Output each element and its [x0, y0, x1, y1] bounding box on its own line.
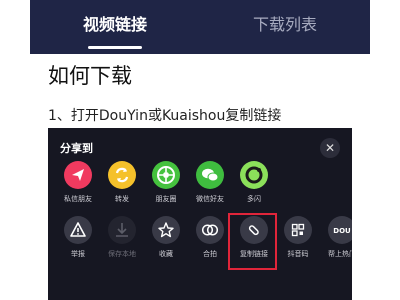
- instruction-step-1: 1、打开DouYin或Kuaishou复制链接: [48, 108, 282, 124]
- share-item-moments[interactable]: 朋友圈: [142, 161, 190, 221]
- moments-icon: [152, 161, 180, 189]
- qr-code-icon: [284, 216, 312, 244]
- share-item-duoshan[interactable]: 多闪: [230, 161, 278, 221]
- download-icon: [108, 216, 136, 244]
- share-item-wechat-friend[interactable]: 微信好友: [186, 161, 234, 221]
- tab-download-list[interactable]: 下载列表: [200, 0, 370, 54]
- share-panel-title: 分享到: [60, 142, 93, 155]
- close-button[interactable]: ✕: [320, 138, 340, 158]
- duoshan-icon: [240, 161, 268, 189]
- share-panel-screenshot: 分享到 ✕ 私信朋友 转发 朋友圈 微信好友 多闪 举报 保存本地 收藏 合拍 …: [48, 128, 352, 300]
- action-report[interactable]: 举报: [54, 216, 102, 276]
- page-title: 如何下载: [48, 64, 132, 88]
- share-actions-row: 举报 保存本地 收藏 合拍 复制链接 抖音码 DOU 帮上热: [48, 216, 352, 276]
- send-icon: [64, 161, 92, 189]
- duet-icon: [196, 216, 224, 244]
- share-targets-row: 私信朋友 转发 朋友圈 微信好友 多闪: [48, 161, 352, 221]
- share-item-repost[interactable]: 转发: [98, 161, 146, 221]
- copy-link-highlight-box: [228, 213, 277, 270]
- share-item-private-message[interactable]: 私信朋友: [54, 161, 102, 221]
- action-save-local[interactable]: 保存本地: [98, 216, 146, 276]
- dou-plus-icon: DOU: [328, 216, 352, 244]
- warning-icon: [64, 216, 92, 244]
- action-dou-plus[interactable]: DOU 帮上热门: [318, 216, 352, 276]
- active-tab-indicator: [88, 46, 142, 49]
- action-douyin-code[interactable]: 抖音码: [274, 216, 322, 276]
- repost-icon: [108, 161, 136, 189]
- action-favorite[interactable]: 收藏: [142, 216, 190, 276]
- action-duet[interactable]: 合拍: [186, 216, 234, 276]
- share-item-label: 多闪: [247, 195, 261, 203]
- action-label: 帮上热门: [328, 250, 352, 258]
- wechat-icon: [196, 161, 224, 189]
- top-tab-bar: 视频链接 下载列表: [30, 0, 370, 54]
- dou-badge-text: DOU: [333, 227, 351, 235]
- star-icon: [152, 216, 180, 244]
